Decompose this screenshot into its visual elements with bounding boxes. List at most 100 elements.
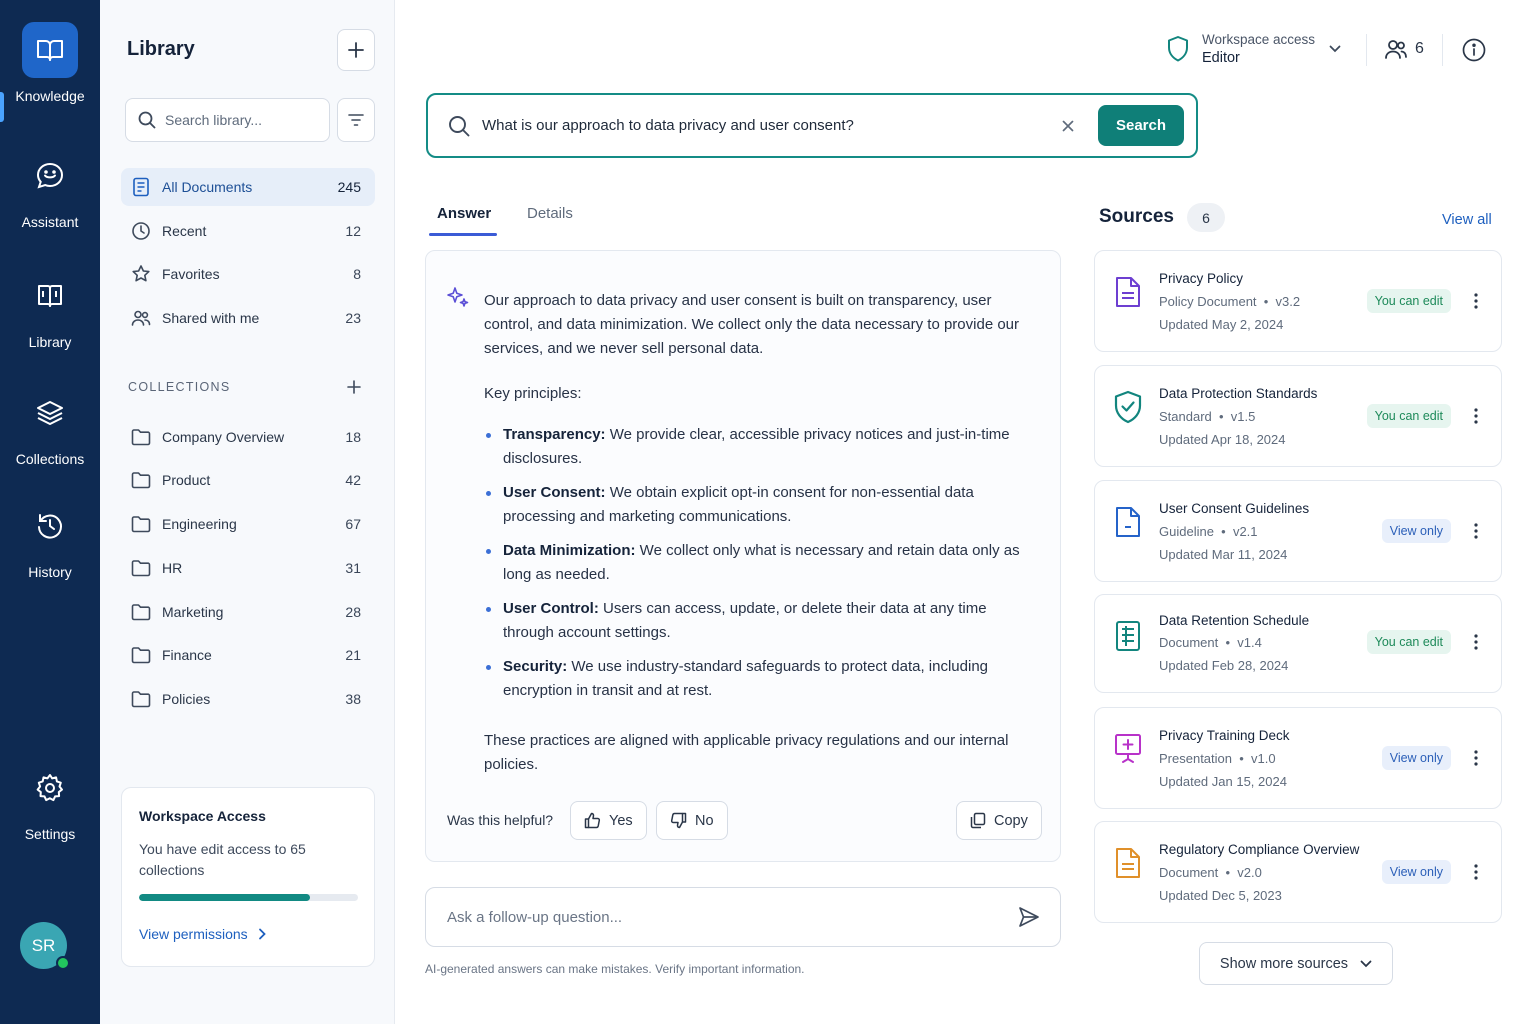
member-count: 6 xyxy=(1415,40,1424,57)
rail-item-history[interactable]: History xyxy=(0,498,100,580)
more-options-button[interactable] xyxy=(1471,630,1481,654)
principle-term: User Control: xyxy=(503,600,599,617)
rail-label: History xyxy=(28,564,72,580)
source-card[interactable]: Regulatory Compliance Overview Document … xyxy=(1094,821,1502,923)
nav-label: All Documents xyxy=(162,179,253,195)
question-input[interactable] xyxy=(482,117,1042,134)
list-item: Security: We use industry-standard safeg… xyxy=(484,655,1039,703)
library-search[interactable] xyxy=(125,98,330,142)
search-icon xyxy=(138,111,156,129)
more-options-button[interactable] xyxy=(1471,860,1481,884)
document-list-icon xyxy=(131,177,151,197)
folder-icon xyxy=(131,427,151,447)
source-name: User Consent Guidelines xyxy=(1159,501,1310,516)
followup-input[interactable] xyxy=(447,908,987,926)
folder-icon xyxy=(131,602,151,622)
view-all-sources-link[interactable]: View all xyxy=(1442,212,1492,228)
rail-item-knowledge[interactable]: Knowledge xyxy=(0,22,100,104)
principle-text: We use industry-standard safeguards to p… xyxy=(503,658,989,699)
helpful-yes-button[interactable]: Yes xyxy=(570,801,647,840)
access-badge: You can edit xyxy=(1366,630,1451,654)
workspace-access-description: You have edit access to 65 collections xyxy=(139,841,306,878)
workspace-access-card: Workspace Access You have edit access to… xyxy=(121,787,375,967)
collection-label: HR xyxy=(162,560,183,576)
nav-recent[interactable]: Recent 12 xyxy=(121,212,375,250)
filter-button[interactable] xyxy=(337,98,375,142)
add-collection-button[interactable] xyxy=(344,377,364,397)
more-options-button[interactable] xyxy=(1471,519,1481,543)
view-permissions-link[interactable]: View permissions xyxy=(139,926,266,942)
rail-item-assistant[interactable]: Assistant xyxy=(0,148,100,230)
answer-intro: Our approach to data privacy and user co… xyxy=(484,292,1020,357)
source-name: Privacy Training Deck xyxy=(1159,728,1290,743)
more-options-button[interactable] xyxy=(1471,746,1481,770)
followup-bar[interactable] xyxy=(425,887,1061,947)
presence-indicator xyxy=(56,956,70,970)
source-updated: Updated Feb 28, 2024 xyxy=(1159,658,1289,673)
folder-icon xyxy=(131,558,151,578)
user-avatar[interactable]: SR xyxy=(20,922,70,970)
rail-item-settings[interactable]: Settings xyxy=(0,760,100,842)
info-button[interactable] xyxy=(1462,38,1486,62)
more-options-button[interactable] xyxy=(1471,289,1481,313)
source-name: Regulatory Compliance Overview xyxy=(1159,842,1360,857)
collection-hr[interactable]: HR 31 xyxy=(121,549,375,587)
tab-answer[interactable]: Answer xyxy=(437,205,491,222)
nav-label: Shared with me xyxy=(162,310,260,326)
source-card[interactable]: Data Retention Schedule Document • v1.4 … xyxy=(1094,594,1502,693)
source-card[interactable]: User Consent Guidelines Guideline • v2.1… xyxy=(1094,480,1502,582)
helpful-no-button[interactable]: No xyxy=(656,801,728,840)
question-search-bar[interactable]: Search xyxy=(426,93,1198,158)
yes-label: Yes xyxy=(609,812,633,829)
nav-all-documents[interactable]: All Documents 245 xyxy=(121,168,375,206)
source-card[interactable]: Data Protection Standards Standard • v1.… xyxy=(1094,365,1502,467)
workspace-access-label: Workspace access xyxy=(1202,32,1316,47)
workspace-access-dropdown[interactable]: Workspace access Editor xyxy=(1166,32,1341,66)
list-item: User Consent: We obtain explicit opt-in … xyxy=(484,481,1039,529)
members-button[interactable]: 6 xyxy=(1384,38,1424,60)
answer-card: Our approach to data privacy and user co… xyxy=(425,250,1061,862)
search-button[interactable]: Search xyxy=(1098,105,1184,146)
nav-shared-with-me[interactable]: Shared with me 23 xyxy=(121,299,375,337)
source-updated: Updated Jan 15, 2024 xyxy=(1159,774,1287,789)
clock-icon xyxy=(131,221,151,241)
star-icon xyxy=(131,264,151,284)
source-updated: Updated May 2, 2024 xyxy=(1159,317,1284,332)
collection-finance[interactable]: Finance 21 xyxy=(121,636,375,674)
document-icon xyxy=(1113,846,1143,880)
file-icon xyxy=(1113,505,1143,539)
library-search-input[interactable] xyxy=(165,112,315,128)
clear-search-button[interactable] xyxy=(1056,114,1080,138)
spreadsheet-icon xyxy=(1113,619,1143,653)
principle-term: Data Minimization: xyxy=(503,542,636,559)
more-options-button[interactable] xyxy=(1471,404,1481,428)
collection-policies[interactable]: Policies 38 xyxy=(121,680,375,718)
tab-details[interactable]: Details xyxy=(527,205,573,222)
nav-favorites[interactable]: Favorites 8 xyxy=(121,255,375,293)
copy-label: Copy xyxy=(994,812,1028,829)
folder-icon xyxy=(131,645,151,665)
collection-marketing[interactable]: Marketing 28 xyxy=(121,593,375,631)
add-document-button[interactable] xyxy=(337,29,375,71)
collection-label: Company Overview xyxy=(162,429,285,445)
collection-engineering[interactable]: Engineering 67 xyxy=(121,505,375,543)
folder-icon xyxy=(131,514,151,534)
source-card[interactable]: Privacy Training Deck Presentation • v1.… xyxy=(1094,707,1502,809)
list-item: Data Minimization: We collect only what … xyxy=(484,539,1039,587)
send-button[interactable] xyxy=(1018,906,1040,928)
rail-item-library[interactable]: Library xyxy=(0,268,100,350)
rail-label: Assistant xyxy=(21,214,79,230)
source-card[interactable]: Privacy Policy Policy Document • v3.2 Up… xyxy=(1094,250,1502,352)
show-more-sources-button[interactable]: Show more sources xyxy=(1199,942,1393,985)
collection-product[interactable]: Product 42 xyxy=(121,461,375,499)
sources-title: Sources xyxy=(1099,206,1174,227)
library-icon xyxy=(22,268,78,324)
principle-term: User Consent: xyxy=(503,484,606,501)
source-meta: Presentation • v1.0 xyxy=(1159,751,1276,766)
collection-count: 21 xyxy=(345,647,361,663)
users-icon xyxy=(131,308,151,328)
nav-count: 245 xyxy=(337,179,361,195)
collection-company-overview[interactable]: Company Overview 18 xyxy=(121,418,375,456)
rail-item-collections[interactable]: Collections xyxy=(0,385,100,467)
copy-answer-button[interactable]: Copy xyxy=(956,801,1042,840)
